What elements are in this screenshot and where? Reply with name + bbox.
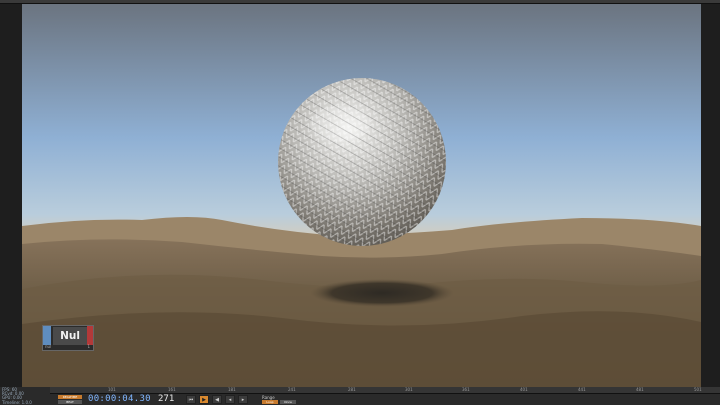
timecode-display[interactable]: 00:00:04.30 [88,394,151,405]
step-forward-button[interactable]: ▸ [238,395,248,404]
ruler-tick: 281 [348,387,356,392]
app-window: Nul nul 1 FPS: 60 RCvd: 0.00 GPU: 0.00 T… [0,0,720,405]
output-port[interactable] [87,326,93,345]
node-type-label: nul [45,344,52,349]
step-back-button[interactable]: ◂ [225,395,235,404]
node-index-label: 1 [87,344,90,349]
left-panel [0,4,22,387]
scene-render [22,4,701,387]
ruler-tick: 301 [405,387,413,392]
input-port[interactable] [43,326,51,345]
rewind-button[interactable]: ⏮ [186,395,196,404]
beat-toggle[interactable]: BEAT [58,400,82,404]
stat-line: Timeline: 1.0.0 [2,399,32,405]
ruler-tick: 361 [462,387,470,392]
ruler-tick: 161 [168,387,176,392]
sphere-object [278,78,446,246]
right-panel [701,4,720,387]
ruler-tick: 181 [228,387,236,392]
play-button[interactable]: ▶ [199,395,209,404]
timeline-bar: FPS: 60 RCvd: 0.00 GPU: 0.00 Timeline: 1… [0,387,720,405]
ruler-tick: 501 [694,387,702,392]
reverse-button[interactable]: ◀ [212,395,222,404]
range-once-button[interactable]: Once [280,400,296,404]
frame-display[interactable]: 271 [158,394,174,405]
realtime-toggle[interactable]: REALTIME [58,395,82,399]
ruler-tick: 441 [578,387,586,392]
perf-stats: FPS: 60 RCvd: 0.00 GPU: 0.00 Timeline: 1… [2,387,48,405]
range-loop-button[interactable]: Loop [262,400,278,404]
timeline-ruler[interactable]: 101 161 181 241 281 301 361 401 441 481 … [50,387,720,394]
ruler-tick: 241 [288,387,296,392]
ruler-tick: 481 [636,387,644,392]
ruler-tick: 101 [108,387,116,392]
ruler-tick: 401 [520,387,528,392]
nul-operator-node[interactable]: Nul nul 1 [42,325,94,351]
render-viewport[interactable] [22,4,701,387]
node-label: Nul [53,327,87,345]
